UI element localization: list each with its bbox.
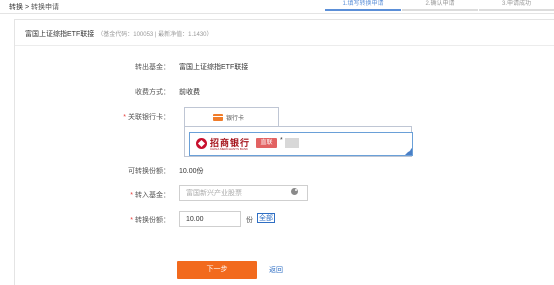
- in-fund-label: * 转入基金：: [100, 190, 170, 200]
- required-mark: *: [130, 217, 133, 224]
- fund-meta: （基金代码：100053 | 最新净值：1.1430）: [97, 32, 213, 38]
- bank-card-tab[interactable]: 银行卡: [184, 107, 279, 126]
- step-3-bar: [479, 9, 554, 11]
- cmb-logo-icon: [196, 138, 207, 149]
- bank-card-option[interactable]: 招商银行 CHINA MERCHANTS BANK 直联 *: [189, 132, 413, 156]
- in-fund-input[interactable]: [179, 185, 308, 201]
- shares-label-text: 转换份额：: [135, 217, 170, 224]
- out-fund-label: 转出基金：: [135, 64, 170, 71]
- step-2-bar: [402, 9, 478, 11]
- top-bar: 转换 > 转换申请 1.填写转换申请 2.确认申请 3.申请成功: [0, 0, 554, 14]
- bank-label-text: 关联银行卡：: [128, 114, 170, 121]
- bank-label: * 关联银行卡：: [100, 112, 170, 122]
- shares-label: * 转换份额：: [100, 215, 170, 225]
- fee-label: 收费方式：: [135, 89, 170, 96]
- required-mark: *: [123, 114, 126, 121]
- card-number-mask: [285, 138, 299, 148]
- shares-unit: 份: [246, 217, 253, 224]
- breadcrumb: 转换 > 转换申请: [9, 2, 59, 12]
- all-shares-button[interactable]: 全部: [257, 213, 275, 223]
- shares-input[interactable]: [179, 211, 241, 227]
- bank-card-list: 招商银行 CHINA MERCHANTS BANK 直联 *: [184, 126, 413, 157]
- breadcrumb-root[interactable]: 转换: [9, 4, 23, 11]
- fee-value: 前收费: [179, 89, 200, 96]
- in-fund-label-text: 转入基金：: [135, 192, 170, 199]
- required-mark: *: [130, 192, 133, 199]
- bank-card-tab-label: 银行卡: [226, 116, 245, 122]
- step-indicator: 1.填写转换申请 2.确认申请 3.申请成功: [325, 0, 554, 11]
- fund-name: 富国上证综指ETF联接: [25, 31, 95, 38]
- out-fund-value: 富国上证综指ETF联接: [179, 64, 249, 71]
- fund-heading: 富国上证综指ETF联接 （基金代码：100053 | 最新净值：1.1430）: [25, 29, 213, 39]
- card-type-badge: 直联: [256, 138, 277, 148]
- selected-corner-icon: [405, 148, 412, 155]
- step-3: 3.申请成功: [501, 1, 531, 7]
- card-number: *: [280, 137, 283, 144]
- available-label: 可转换份额：: [128, 168, 170, 175]
- breadcrumb-current: 转换申请: [30, 4, 59, 11]
- bank-name-en: CHINA MERCHANTS BANK: [210, 147, 249, 151]
- next-button[interactable]: 下一步: [177, 261, 257, 279]
- step-2: 2.确认申请: [425, 1, 455, 7]
- breadcrumb-separator: >: [23, 4, 31, 11]
- search-icon[interactable]: [291, 188, 298, 195]
- bank-card-icon: [213, 114, 223, 121]
- divider: [15, 45, 554, 46]
- step-1-bar: [325, 9, 401, 11]
- step-1: 1.填写转换申请: [342, 1, 384, 7]
- back-link[interactable]: 返回: [269, 265, 283, 275]
- available-value: 10.00份: [179, 168, 204, 175]
